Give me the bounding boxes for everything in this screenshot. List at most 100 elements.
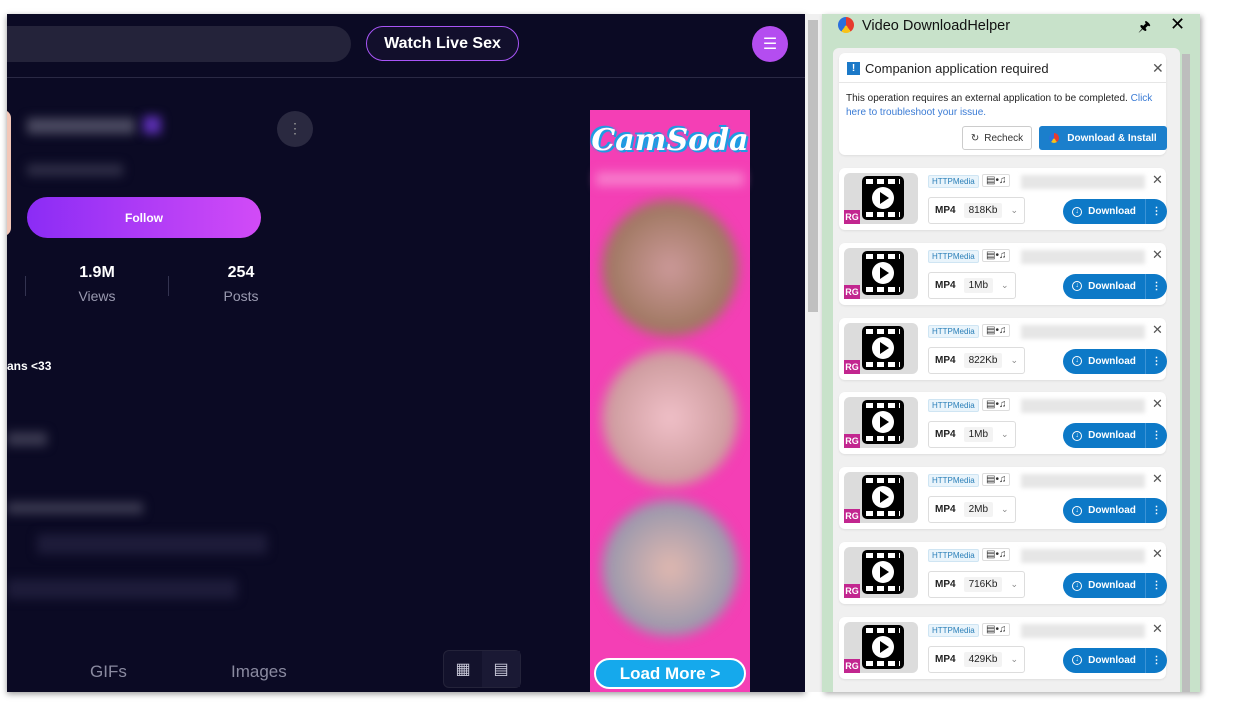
format-select[interactable]: MP4 1Mb ⌄	[928, 271, 1016, 299]
more-options-icon[interactable]: ⋮	[277, 111, 313, 147]
format-select[interactable]: MP4 429Kb ⌄	[928, 645, 1026, 673]
more-options-icon[interactable]: ⋮	[1145, 199, 1167, 224]
format-select[interactable]: MP4 822Kb ⌄	[928, 346, 1026, 374]
close-icon[interactable]: ✕	[1152, 322, 1163, 338]
format-select[interactable]: MP4 2Mb ⌄	[928, 496, 1016, 524]
download-label: Download	[1088, 580, 1136, 591]
bio-text: ans <33	[7, 359, 52, 373]
pin-icon[interactable]: 🖈	[1138, 16, 1151, 40]
tab-images[interactable]: Images	[231, 662, 287, 682]
size-label: 818Kb	[963, 203, 1003, 218]
download-icon: ↓	[1072, 206, 1083, 217]
close-icon[interactable]: ✕	[1152, 396, 1163, 412]
verified-badge	[143, 116, 161, 134]
more-options-icon[interactable]: ⋮	[1145, 348, 1167, 374]
download-button[interactable]: ↓ Download ⋮	[1063, 348, 1167, 374]
video-file-icon	[862, 624, 904, 669]
video-file-icon	[862, 475, 904, 520]
close-icon[interactable]: ✕	[1152, 546, 1163, 562]
download-button[interactable]: ↓ Download ⋮	[1063, 573, 1167, 598]
video-thumbnail: RG	[844, 547, 918, 598]
media-title-blurred	[1021, 399, 1145, 414]
format-select[interactable]: MP4 716Kb ⌄	[928, 571, 1026, 598]
hamburger-icon[interactable]: ☰	[752, 26, 788, 62]
media-item: RG HTTPMedia ▤•♫ ✕ MP4 716Kb ⌄ ↓ Download ⋮	[839, 542, 1167, 604]
size-label: 429Kb	[963, 651, 1003, 667]
video-file-icon	[862, 250, 904, 295]
media-item: RG HTTPMedia ▤•♫ ✕ MP4 429Kb ⌄ ↓ Download ⋮	[839, 616, 1167, 679]
format-select[interactable]: MP4 818Kb ⌄	[928, 197, 1026, 224]
download-button[interactable]: ↓ Download ⋮	[1063, 423, 1167, 449]
format-label: MP4	[935, 205, 956, 216]
download-label: Download	[1088, 355, 1136, 367]
notice-text: This operation requires an external appl…	[846, 92, 1166, 120]
video-audio-icon: ▤•♫	[982, 323, 1011, 337]
bio-blurred	[7, 502, 143, 514]
chevron-down-icon: ⌄	[1010, 653, 1019, 664]
media-title-blurred	[1021, 324, 1145, 339]
ad-thumbnail[interactable]	[602, 350, 738, 486]
ad-banner[interactable]: CamSoda Load More >	[590, 110, 750, 692]
download-button[interactable]: ↓ Download ⋮	[1063, 273, 1167, 299]
media-item: RG HTTPMedia ▤•♫ ✕ MP4 2Mb ⌄ ↓ Download ⋮	[839, 467, 1167, 530]
chevron-down-icon: ⌄	[1010, 205, 1019, 215]
chevron-down-icon: ⌄	[1001, 504, 1009, 515]
close-icon[interactable]: ✕	[1152, 621, 1163, 637]
close-icon[interactable]: ✕	[1152, 172, 1163, 188]
extension-panel: Video DownloadHelper 🖈 ✕ ! Companion app…	[822, 14, 1200, 692]
divider	[7, 77, 805, 78]
recheck-button[interactable]: ↻ Recheck	[962, 126, 1032, 150]
downloadhelper-logo	[1049, 133, 1060, 143]
chevron-down-icon: ⌄	[1010, 354, 1019, 365]
site-badge: RG	[844, 658, 860, 673]
format-label: MP4	[935, 354, 956, 366]
panel-scrollbar[interactable]	[1182, 54, 1190, 692]
download-button[interactable]: ↓ Download ⋮	[1063, 647, 1167, 673]
chevron-down-icon: ⌄	[1001, 279, 1009, 290]
download-button[interactable]: ↓ Download ⋮	[1063, 498, 1167, 524]
close-icon[interactable]: ✕	[1152, 471, 1163, 487]
download-icon: ↓	[1072, 430, 1083, 441]
more-options-icon[interactable]: ⋮	[1145, 423, 1167, 449]
grid-view-icon[interactable]: ▦	[444, 651, 482, 687]
stat-posts: 254 Posts	[223, 264, 259, 304]
ad-thumbnail[interactable]	[602, 200, 738, 336]
site-badge: RG	[844, 584, 860, 598]
page-scrollbar-thumb[interactable]	[808, 20, 818, 312]
close-icon[interactable]: ✕	[1152, 60, 1164, 77]
download-label: Download	[1088, 505, 1136, 517]
source-badge: HTTPMedia	[928, 623, 979, 637]
media-title-blurred	[1021, 249, 1145, 264]
video-thumbnail: RG	[844, 472, 918, 524]
avatar	[7, 110, 11, 236]
more-options-icon[interactable]: ⋮	[1145, 573, 1167, 598]
site-badge: RG	[844, 509, 860, 524]
tab-gifs[interactable]: GIFs	[90, 662, 127, 682]
more-options-icon[interactable]: ⋮	[1145, 273, 1167, 299]
format-label: MP4	[935, 429, 956, 441]
close-icon[interactable]: ✕	[1152, 247, 1163, 263]
tag-list	[37, 534, 267, 554]
download-install-button[interactable]: Download & Install	[1039, 126, 1167, 150]
source-badge: HTTPMedia	[928, 249, 979, 263]
bio-blurred	[7, 432, 47, 446]
video-audio-icon: ▤•♫	[982, 398, 1011, 412]
list-view-icon[interactable]: ▤	[482, 651, 520, 687]
search-input[interactable]	[7, 26, 351, 62]
install-label: Download & Install	[1067, 132, 1157, 144]
companion-notice: ! Companion application required ✕ This …	[839, 53, 1167, 155]
profile-meta	[27, 164, 123, 176]
watch-live-button[interactable]: Watch Live Sex	[366, 26, 519, 61]
source-badge: HTTPMedia	[928, 324, 979, 338]
media-item: RG HTTPMedia ▤•♫ ✕ MP4 1Mb ⌄ ↓ Download ⋮	[839, 242, 1167, 305]
more-options-icon[interactable]: ⋮	[1145, 647, 1167, 673]
download-label: Download	[1088, 654, 1136, 666]
follow-button[interactable]: Follow	[27, 197, 261, 238]
video-thumbnail: RG	[844, 397, 918, 449]
download-button[interactable]: ↓ Download ⋮	[1063, 199, 1167, 224]
format-select[interactable]: MP4 1Mb ⌄	[928, 421, 1016, 449]
close-icon[interactable]: ✕	[1170, 14, 1185, 35]
load-more-button[interactable]: Load More >	[594, 658, 746, 689]
more-options-icon[interactable]: ⋮	[1145, 498, 1167, 524]
ad-thumbnail[interactable]	[602, 500, 738, 636]
